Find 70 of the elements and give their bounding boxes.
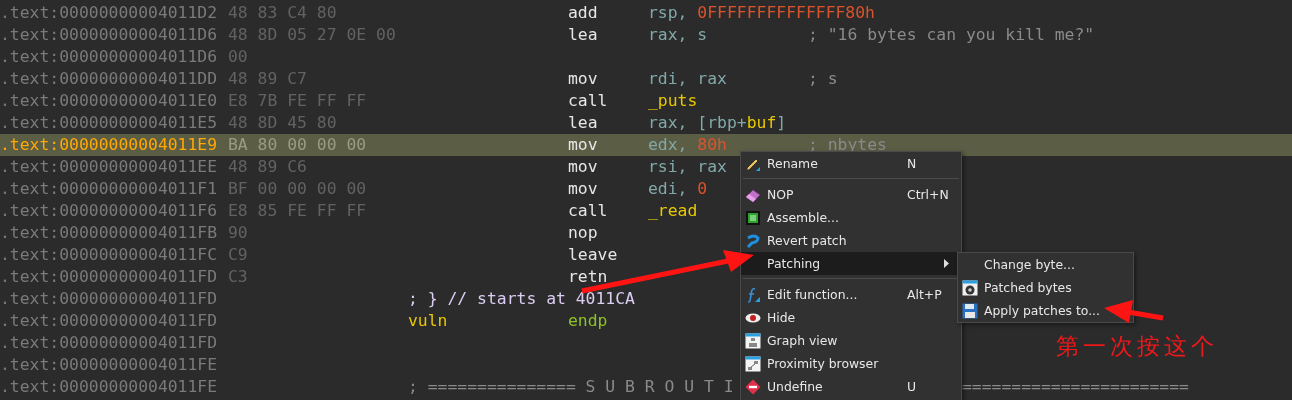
submenu-arrow-icon (944, 259, 949, 268)
comment-text: ; "16 bytes can you kill me?" (808, 24, 1095, 46)
menu-item[interactable]: NOP Ctrl+N (741, 183, 961, 206)
shortcut-text: Ctrl+N (907, 187, 949, 202)
menu-item[interactable]: Patched bytes (958, 276, 1133, 299)
graph-view-icon (745, 332, 761, 349)
function-icon (745, 286, 761, 303)
address-text: .text:00000000004011FE (0, 354, 218, 376)
operands: _puts (648, 90, 698, 112)
operands: rsp, 0FFFFFFFFFFFFFF80h (648, 2, 875, 24)
mnemonic: call (568, 200, 608, 222)
menu-item[interactable]: Proximity browser (741, 352, 961, 375)
menu-item[interactable]: Hide (741, 306, 961, 329)
shortcut-text: U (907, 379, 917, 394)
arrow-annotation (1104, 300, 1164, 323)
proximity-icon (745, 355, 761, 372)
mnemonic: mov (568, 68, 598, 90)
mnemonic: lea (568, 112, 598, 134)
address-text: .text:00000000004011FB (0, 222, 218, 244)
operands: rax, [rbp+buf] (648, 112, 787, 134)
address-text: .text:00000000004011E5 (0, 112, 218, 134)
operands: edi, 0 (648, 178, 708, 200)
mnemonic: leave (568, 244, 618, 266)
mnemonic: call (568, 90, 608, 112)
mnemonic: retn (568, 266, 608, 288)
mnemonic: add (568, 2, 598, 24)
address-text: .text:00000000004011EE (0, 156, 218, 178)
address-text: .text:00000000004011F1 (0, 178, 218, 200)
operands: rsi, rax (648, 156, 727, 178)
address-text: .text:00000000004011FC (0, 244, 218, 266)
undefine-icon (745, 378, 761, 395)
menu-item[interactable]: Assemble... (741, 206, 961, 229)
mnemonic: nop (568, 222, 598, 244)
menu-item[interactable]: Edit function... Alt+P (741, 283, 961, 306)
comment-text: ; s (808, 68, 838, 90)
separator-comment: ; =============== S U B R O U T I (408, 376, 734, 398)
operands: rax, s (648, 24, 708, 46)
separator-comment: ======================= (962, 376, 1189, 398)
mnemonic: mov (568, 156, 598, 178)
operands: rdi, rax (648, 68, 727, 90)
menu-item[interactable]: Change byte... (958, 253, 1133, 276)
patched-bytes-icon (962, 279, 978, 296)
address-text: .text:00000000004011FE (0, 376, 218, 398)
address-text: .text:00000000004011FD (0, 310, 218, 332)
shortcut-text: Alt+P (907, 287, 942, 302)
address-text: .text:00000000004011FD (0, 266, 218, 288)
menu-item[interactable]: Undefine U (741, 375, 961, 398)
shortcut-text: N (907, 156, 917, 171)
chip-icon (745, 209, 761, 226)
address-text: .text:00000000004011FD (0, 288, 218, 310)
mnemonic: mov (568, 178, 598, 200)
address-text: .text:00000000004011FD (0, 332, 218, 354)
mnemonic: mov (568, 134, 598, 156)
address-text: .text:00000000004011DD (0, 68, 218, 90)
operands: edx, 80h (648, 134, 727, 156)
operands: _read (648, 200, 698, 222)
address-text: .text:00000000004011D6 (0, 24, 218, 46)
menu-item[interactable]: Graph view (741, 329, 961, 352)
address-text: .text:00000000004011E0 (0, 90, 218, 112)
address-text: .text:00000000004011D2 (0, 2, 218, 24)
mnemonic: lea (568, 24, 598, 46)
menu-item[interactable]: Revert patch (741, 229, 961, 252)
annotation-note: 第一次按这个 (1056, 332, 1218, 361)
address-text: .text:00000000004011E9 (0, 134, 218, 156)
directive: endp (568, 310, 608, 332)
address-text: .text:00000000004011D6 (0, 46, 218, 68)
address-text: .text:00000000004011F6 (0, 200, 218, 222)
opcode-bytes: BA 80 00 00 00 (228, 134, 367, 156)
comment-text: ; } // starts at 4011CA (408, 288, 635, 310)
procedure-name: vuln (408, 310, 448, 332)
